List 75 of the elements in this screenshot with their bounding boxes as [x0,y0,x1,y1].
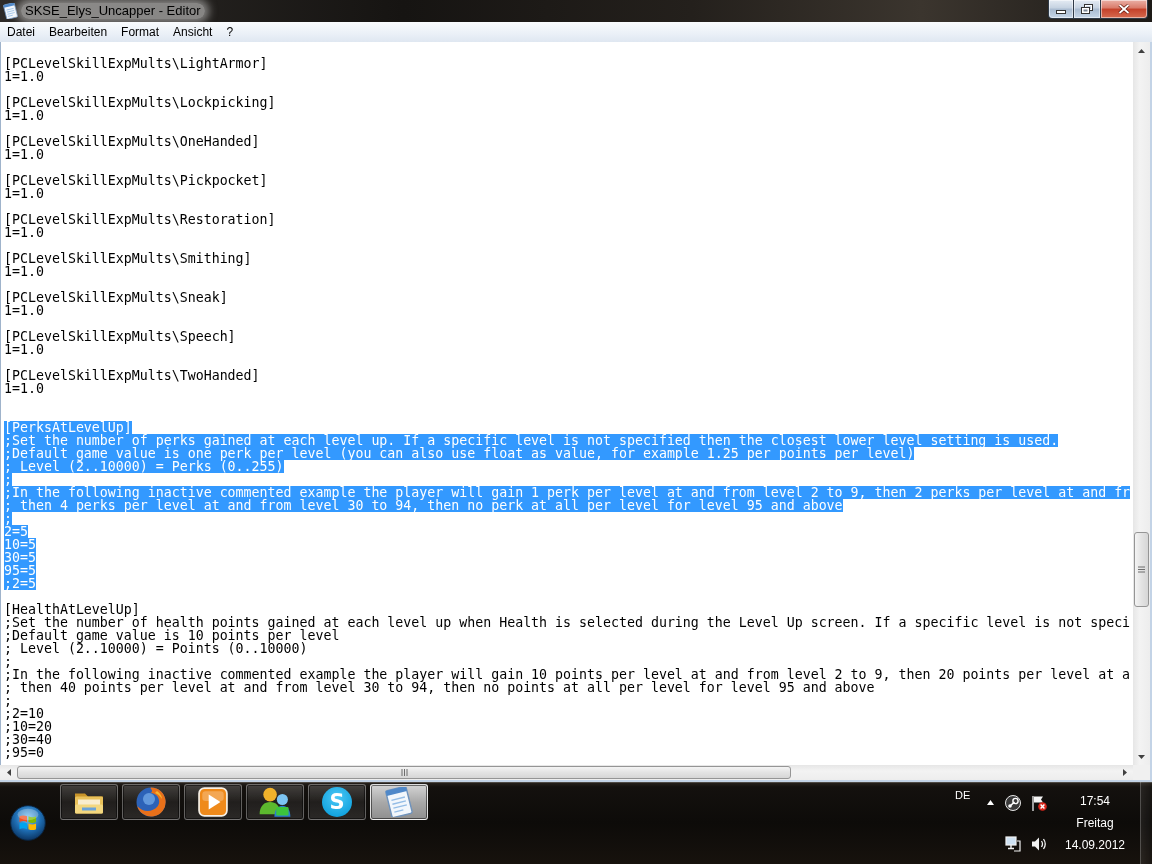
start-button[interactable] [8,803,48,843]
text-line: 1=1.0 [4,226,44,239]
text-line: [PCLevelSkillExpMults\LightArmor] [4,57,268,70]
triangle-down-icon [1138,754,1145,759]
text-line: 1=1.0 [4,265,44,278]
text-line: ;10=20 [4,720,52,733]
text-field[interactable] [0,42,1133,765]
text-line: 1=1.0 [4,343,44,356]
clock-date[interactable]: 14.09.2012 [1064,834,1126,856]
text-line: 1=1.0 [4,148,44,161]
grip-icon [400,769,408,776]
taskbar-button[interactable] [122,784,180,820]
text-line: [PCLevelSkillExpMults\Speech] [4,330,236,343]
text-line: 1=1.0 [4,70,44,83]
restore-icon [1081,4,1093,14]
speaker-icon[interactable] [1031,835,1047,852]
globe-icon [135,787,167,817]
text-line: 1=1.0 [4,187,44,200]
text-line: 1=1.0 [4,382,44,395]
scroll-thumb[interactable] [1134,532,1149,607]
text-line: ;30=40 [4,733,52,746]
vertical-scrollbar[interactable] [1133,42,1150,765]
window-title: SKSE_Elys_Uncapper - Editor [21,3,205,19]
text-line: 1=1.0 [4,304,44,317]
menu-item[interactable]: Format [114,22,167,42]
minimize-icon [1056,10,1066,14]
text-line: ;2=10 [4,707,44,720]
triangle-right-icon [1122,769,1127,776]
text-line: [PCLevelSkillExpMults\Smithing] [4,252,252,265]
text-line: ;Default game value is 10 points per level [4,629,340,642]
close-icon [1118,4,1130,14]
network-icon[interactable] [1005,835,1021,852]
menu-item[interactable]: Bearbeiten [42,22,115,42]
triangle-left-icon [6,769,11,776]
triangle-up-icon [986,800,994,805]
text-line: ; [4,655,12,668]
text-line: ; then 40 points per level at and from level 30 to 94, then no points at all per level for level 95 and above [4,681,875,694]
clock-time[interactable]: 17:54 [1080,790,1110,812]
round-logo-icon[interactable] [1005,794,1021,811]
menu-item[interactable]: Ansicht [166,22,220,42]
taskbar-button[interactable] [60,784,118,820]
s-logo-icon: S [322,787,352,817]
flag-error-icon[interactable] [1031,794,1047,811]
language-indicator[interactable]: DE [955,789,971,802]
text-line: ;In the following inactive commented example the player will gain 10 points per level at and from level 2 to 9, then 20 points per level at a [4,668,1131,681]
restore-button[interactable] [1074,0,1101,19]
text-line: ;Set the number of health points gained at each level up when Health is selected during the Level Up screen. If a specific level is not speci [4,616,1131,629]
text-line: ;95=0 [4,746,44,759]
text-line: [PCLevelSkillExpMults\Pickpocket] [4,174,268,187]
grip-icon [1138,566,1145,573]
minimize-button[interactable] [1048,0,1074,19]
menu-item[interactable]: Datei [0,22,42,42]
orb-logo-icon [10,805,46,841]
close-button[interactable] [1101,0,1148,19]
show-hidden-icons-button[interactable] [984,797,996,808]
triangle-up-icon [1138,48,1145,53]
text-line: 1=1.0 [4,109,44,122]
text-line: [PCLevelSkillExpMults\Lockpicking] [4,96,276,109]
text-line: ; [4,694,12,707]
people-icon [259,787,291,817]
taskbar-button[interactable] [246,784,304,820]
text-line: [PCLevelSkillExpMults\Sneak] [4,291,228,304]
play-icon [197,787,229,817]
text-line: ; Level (2..10000) = Points (0..10000) [4,642,308,655]
taskbar-button[interactable] [370,784,428,820]
text-line: [HealthAtLevelUp] [4,603,140,616]
text-line: [PCLevelSkillExpMults\Restoration] [4,213,276,226]
notepad-icon [3,3,18,19]
text-line: [PCLevelSkillExpMults\TwoHanded] [4,369,260,382]
menu-item[interactable]: ? [219,22,241,42]
scroll-thumb[interactable] [17,766,791,779]
text-line: [PCLevelSkillExpMults\OneHanded] [4,135,260,148]
taskbar-button[interactable] [184,784,242,820]
horizontal-scrollbar[interactable] [0,765,1133,780]
clock-weekday[interactable]: Freitag [1076,812,1114,834]
